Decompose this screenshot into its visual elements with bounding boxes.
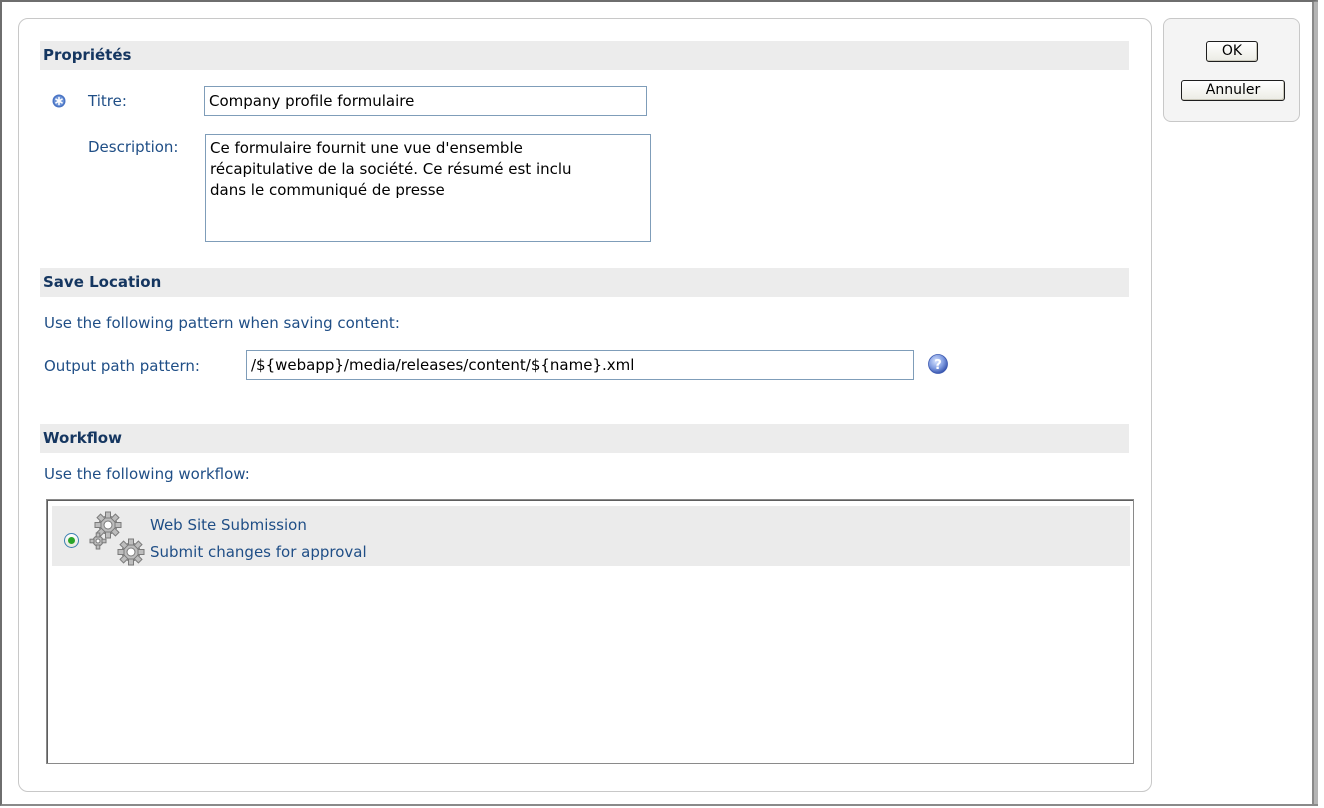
save-location-header: Save Location [40, 268, 1129, 297]
save-location-instruction: Use the following pattern when saving co… [44, 314, 400, 332]
required-asterisk-icon [52, 94, 66, 108]
output-path-label: Output path pattern: [44, 357, 200, 375]
ok-button[interactable]: OK [1206, 41, 1258, 62]
workflow-name: Web Site Submission [150, 516, 307, 534]
workflow-description: Submit changes for approval [150, 543, 367, 561]
output-path-input[interactable]: /${webapp}/media/releases/content/${name… [246, 350, 914, 380]
svg-text:?: ? [934, 358, 942, 373]
title-label: Titre: [88, 92, 127, 110]
workflow-item[interactable]: Web Site Submission Submit changes for a… [52, 506, 1130, 566]
help-icon[interactable]: ? [928, 354, 948, 374]
button-panel: OK Annuler [1163, 18, 1300, 122]
workflow-header: Workflow [40, 424, 1129, 453]
workflow-list: Web Site Submission Submit changes for a… [46, 499, 1134, 764]
cancel-button[interactable]: Annuler [1181, 80, 1285, 101]
description-textarea[interactable]: Ce formulaire fournit une vue d'ensemble… [205, 134, 651, 242]
workflow-instruction: Use the following workflow: [44, 465, 250, 483]
description-label: Description: [88, 138, 179, 156]
workflow-radio[interactable] [64, 533, 79, 548]
gears-icon [88, 508, 152, 566]
properties-header: Propriétés [40, 41, 1129, 70]
title-input[interactable]: Company profile formulaire [204, 86, 647, 116]
